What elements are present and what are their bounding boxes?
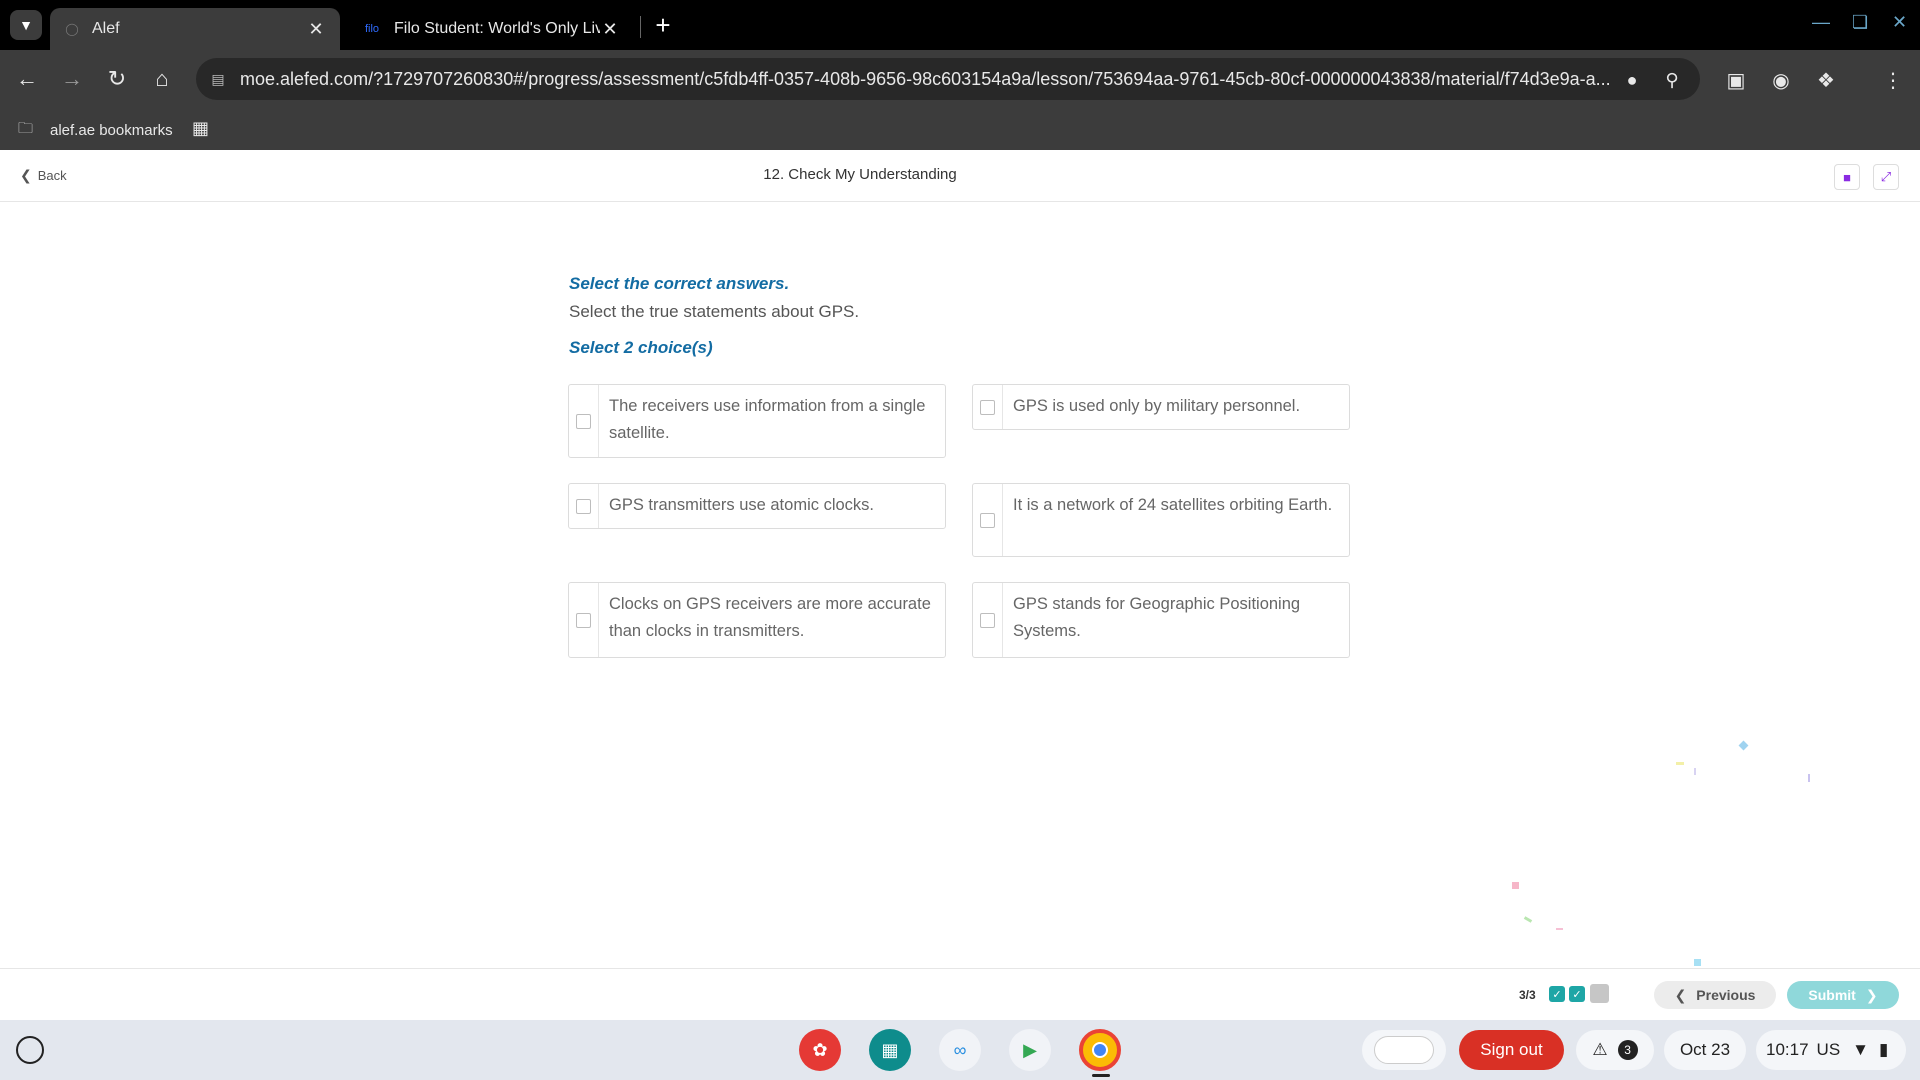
restore-window-icon[interactable]: ❏ [1852, 12, 1868, 33]
browser-toolbar: ← → ↻ ⌂ ▤ moe.alefed.com/?1729707260830#… [0, 50, 1920, 108]
tab-title: Alef [92, 20, 120, 37]
choice-option-1[interactable]: The receivers use information from a sin… [568, 384, 946, 458]
tab-separator [640, 16, 641, 38]
bookmarks-bar: 🗀 alef.ae bookmarks ▦ [0, 108, 1920, 150]
running-app-indicator [1092, 1074, 1110, 1077]
question-3-current-icon[interactable] [1590, 984, 1609, 1003]
question-2-check-icon[interactable]: ✓ [1569, 986, 1585, 1002]
location-pin-icon[interactable]: ● [1620, 68, 1644, 92]
battery-icon: ▮ [1879, 1040, 1889, 1059]
extensions-puzzle-icon[interactable]: ❖ [1812, 66, 1840, 94]
close-tab-icon[interactable]: ✕ [600, 19, 620, 40]
tab-filo[interactable]: filo Filo Student: World's Only Live I ✕ [348, 8, 634, 50]
folder-icon: 🗀 [18, 120, 34, 137]
reload-icon[interactable]: ↻ [102, 64, 132, 94]
notification-count-badge: 3 [1617, 1040, 1638, 1060]
checkbox[interactable] [980, 612, 995, 628]
choice-text: GPS transmitters use atomic clocks. [609, 496, 874, 514]
question-prompt: Select the true statements about GPS. [569, 302, 860, 321]
question-footer: 3/3 ✓ ✓ ❮ Previous Submit ❯ [0, 968, 1920, 1020]
home-icon[interactable]: ⌂ [147, 64, 177, 94]
bookmark-folder-alef[interactable]: 🗀 alef.ae bookmarks [18, 118, 173, 143]
os-shelf: ✿ ▦ ∞ ▶ Sign out ⚠ 3 Oct 23 10:17 US ▼ ▮ [0, 1020, 1920, 1080]
date-tray[interactable]: Oct 23 [1664, 1030, 1746, 1070]
choice-text: GPS is used only by military personnel. [1013, 397, 1301, 415]
tab-title: Filo Student: World's Only Live I [394, 20, 600, 37]
choice-text: The receivers use information from a sin… [609, 397, 926, 442]
tab-search-chevron-icon[interactable]: ▼ [10, 10, 42, 40]
previous-label: Previous [1696, 987, 1756, 1003]
select-count-hint: Select 2 choice(s) [569, 338, 713, 357]
choice-text: It is a network of 24 satellites orbitin… [1013, 496, 1333, 514]
question-progress: 3/3 [1519, 988, 1536, 1002]
wifi-icon: ▼ [1852, 1040, 1869, 1059]
kebab-menu-icon[interactable]: ⋮ [1879, 66, 1907, 94]
choice-option-5[interactable]: Clocks on GPS receivers are more accurat… [568, 582, 946, 658]
address-bar[interactable]: ▤ moe.alefed.com/?1729707260830#/progres… [196, 58, 1700, 100]
bookmark-folder-label: alef.ae bookmarks [50, 122, 173, 139]
submit-button[interactable]: Submit ❯ [1787, 981, 1899, 1009]
confetti-piece [1694, 768, 1696, 775]
system-status-tray[interactable]: 10:17 US ▼ ▮ [1756, 1030, 1906, 1070]
lesson-header: ❮ Back 12. Check My Understanding ■ ⤢ [0, 150, 1920, 202]
new-tab-plus-icon[interactable]: + [648, 10, 678, 40]
input-locale: US [1816, 1040, 1841, 1059]
checkbox[interactable] [576, 413, 591, 429]
site-info-icon[interactable]: ▤ [208, 69, 228, 89]
confetti-piece [1512, 882, 1519, 889]
browser-tab-bar: ▼ ◯ Alef ✕ filo Filo Student: World's On… [0, 0, 1920, 50]
page-title: 12. Check My Understanding [763, 166, 957, 183]
notifications-tray[interactable]: ⚠ 3 [1576, 1030, 1654, 1070]
previous-button[interactable]: ❮ Previous [1654, 981, 1776, 1009]
classroom-app-icon[interactable]: ▦ [869, 1029, 911, 1071]
close-window-icon[interactable]: ✕ [1892, 12, 1907, 33]
choice-text: GPS stands for Geographic Positioning Sy… [1013, 595, 1301, 640]
confetti-piece [1676, 762, 1684, 765]
sign-out-button[interactable]: Sign out [1459, 1030, 1564, 1070]
question-1-check-icon[interactable]: ✓ [1549, 986, 1565, 1002]
chevron-left-icon: ❮ [1674, 986, 1687, 1003]
minimize-window-icon[interactable]: — [1812, 12, 1830, 33]
play-store-icon[interactable]: ▶ [1009, 1029, 1051, 1071]
submit-label: Submit [1808, 987, 1856, 1003]
extension-photos-icon[interactable]: ▣ [1722, 66, 1750, 94]
warning-icon: ⚠ [1592, 1040, 1608, 1059]
choice-option-2[interactable]: GPS is used only by military personnel. [972, 384, 1350, 430]
question-instruction: Select the correct answers. [569, 274, 790, 293]
confetti-piece [1738, 740, 1749, 751]
checkbox[interactable] [576, 498, 591, 514]
alef-favicon-icon: ◯ [65, 22, 79, 36]
checkbox[interactable] [980, 512, 995, 528]
chrome-browser-icon[interactable] [1079, 1029, 1121, 1071]
filo-favicon-icon: filo [364, 23, 380, 35]
confetti-piece [1808, 774, 1810, 782]
checkbox[interactable] [980, 399, 995, 415]
forward-arrow-icon[interactable]: → [57, 64, 87, 94]
expand-icon[interactable]: ⤢ [1873, 164, 1899, 190]
close-tab-icon[interactable]: ✕ [306, 19, 326, 40]
choice-option-3[interactable]: GPS transmitters use atomic clocks. [568, 483, 946, 529]
zoom-magnifier-icon[interactable]: ⚲ [1660, 68, 1684, 92]
apps-grid-icon[interactable]: ▦ [192, 118, 209, 139]
sync-link-app-icon[interactable]: ∞ [939, 1029, 981, 1071]
confetti-piece [1556, 928, 1563, 930]
confetti-piece [1694, 959, 1701, 966]
choice-option-6[interactable]: GPS stands for Geographic Positioning Sy… [972, 582, 1350, 658]
question-panel: Select the correct answers. Select the t… [0, 202, 1920, 968]
chevron-right-icon: ❯ [1865, 986, 1878, 1003]
canvas-paint-app-icon[interactable]: ✿ [799, 1029, 841, 1071]
checkbox[interactable] [576, 612, 591, 628]
back-arrow-icon[interactable]: ← [12, 64, 42, 94]
extension-shield-icon[interactable]: ◉ [1767, 66, 1795, 94]
tab-alef[interactable]: ◯ Alef ✕ [50, 8, 340, 50]
clock-time: 10:17 [1766, 1040, 1809, 1059]
launcher-circle-icon[interactable] [16, 1036, 44, 1064]
immersive-reader-icon[interactable]: ■ [1834, 164, 1860, 190]
choice-text: Clocks on GPS receivers are more accurat… [609, 595, 931, 640]
confetti-piece [1523, 916, 1533, 923]
url-text[interactable]: moe.alefed.com/?1729707260830#/progress/… [240, 69, 1610, 90]
choice-option-4[interactable]: It is a network of 24 satellites orbitin… [972, 483, 1350, 557]
holding-space-thumbnails[interactable] [1362, 1030, 1446, 1070]
